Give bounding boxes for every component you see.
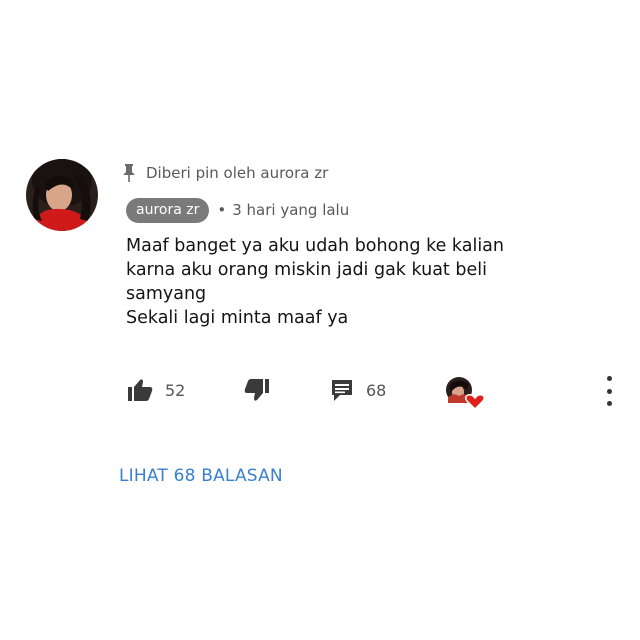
like-count: 52: [165, 380, 186, 400]
reply-count: 68: [366, 380, 387, 400]
comment-meta: aurora zr • 3 hari yang lalu: [126, 197, 349, 223]
thumbs-up-icon: [128, 379, 153, 401]
comment-text: Maaf banget ya aku udah bohong ke kalian…: [126, 234, 606, 330]
pin-icon: [122, 164, 136, 182]
comment-text-line: karna aku orang miskin jadi gak kuat bel…: [126, 260, 487, 280]
comment-timestamp[interactable]: 3 hari yang lalu: [232, 201, 349, 219]
more-vertical-icon: [606, 376, 612, 381]
view-replies-link[interactable]: LIHAT 68 BALASAN: [119, 466, 283, 486]
comment-text-line: Sekali lagi minta maaf ya: [126, 308, 349, 328]
meta-separator: •: [217, 201, 227, 219]
more-vertical-icon: [606, 388, 612, 394]
more-vertical-icon: [606, 401, 612, 406]
pinned-label: Diberi pin oleh aurora zr: [146, 164, 329, 182]
comment-card: Diberi pin oleh aurora zr aurora zr • 3 …: [0, 0, 640, 640]
heart-icon: [446, 377, 486, 411]
avatar-image: [26, 159, 98, 231]
thumbs-down-icon: [244, 379, 269, 401]
creator-heart-badge: [445, 376, 486, 411]
comment-text-line: samyang: [126, 284, 207, 304]
author-name-badge[interactable]: aurora zr: [126, 197, 210, 223]
comment-text-line: Maaf banget ya aku udah bohong ke kalian: [126, 236, 504, 256]
reply-button[interactable]: 68: [330, 376, 386, 404]
avatar[interactable]: [26, 159, 98, 231]
dislike-button[interactable]: [244, 376, 270, 404]
pinned-by-row: Diberi pin oleh aurora zr: [122, 162, 328, 184]
comment-actions: 52 68: [0, 372, 640, 408]
comment-icon: [332, 380, 352, 401]
like-button[interactable]: 52: [127, 376, 185, 404]
more-options-button[interactable]: [602, 376, 616, 406]
